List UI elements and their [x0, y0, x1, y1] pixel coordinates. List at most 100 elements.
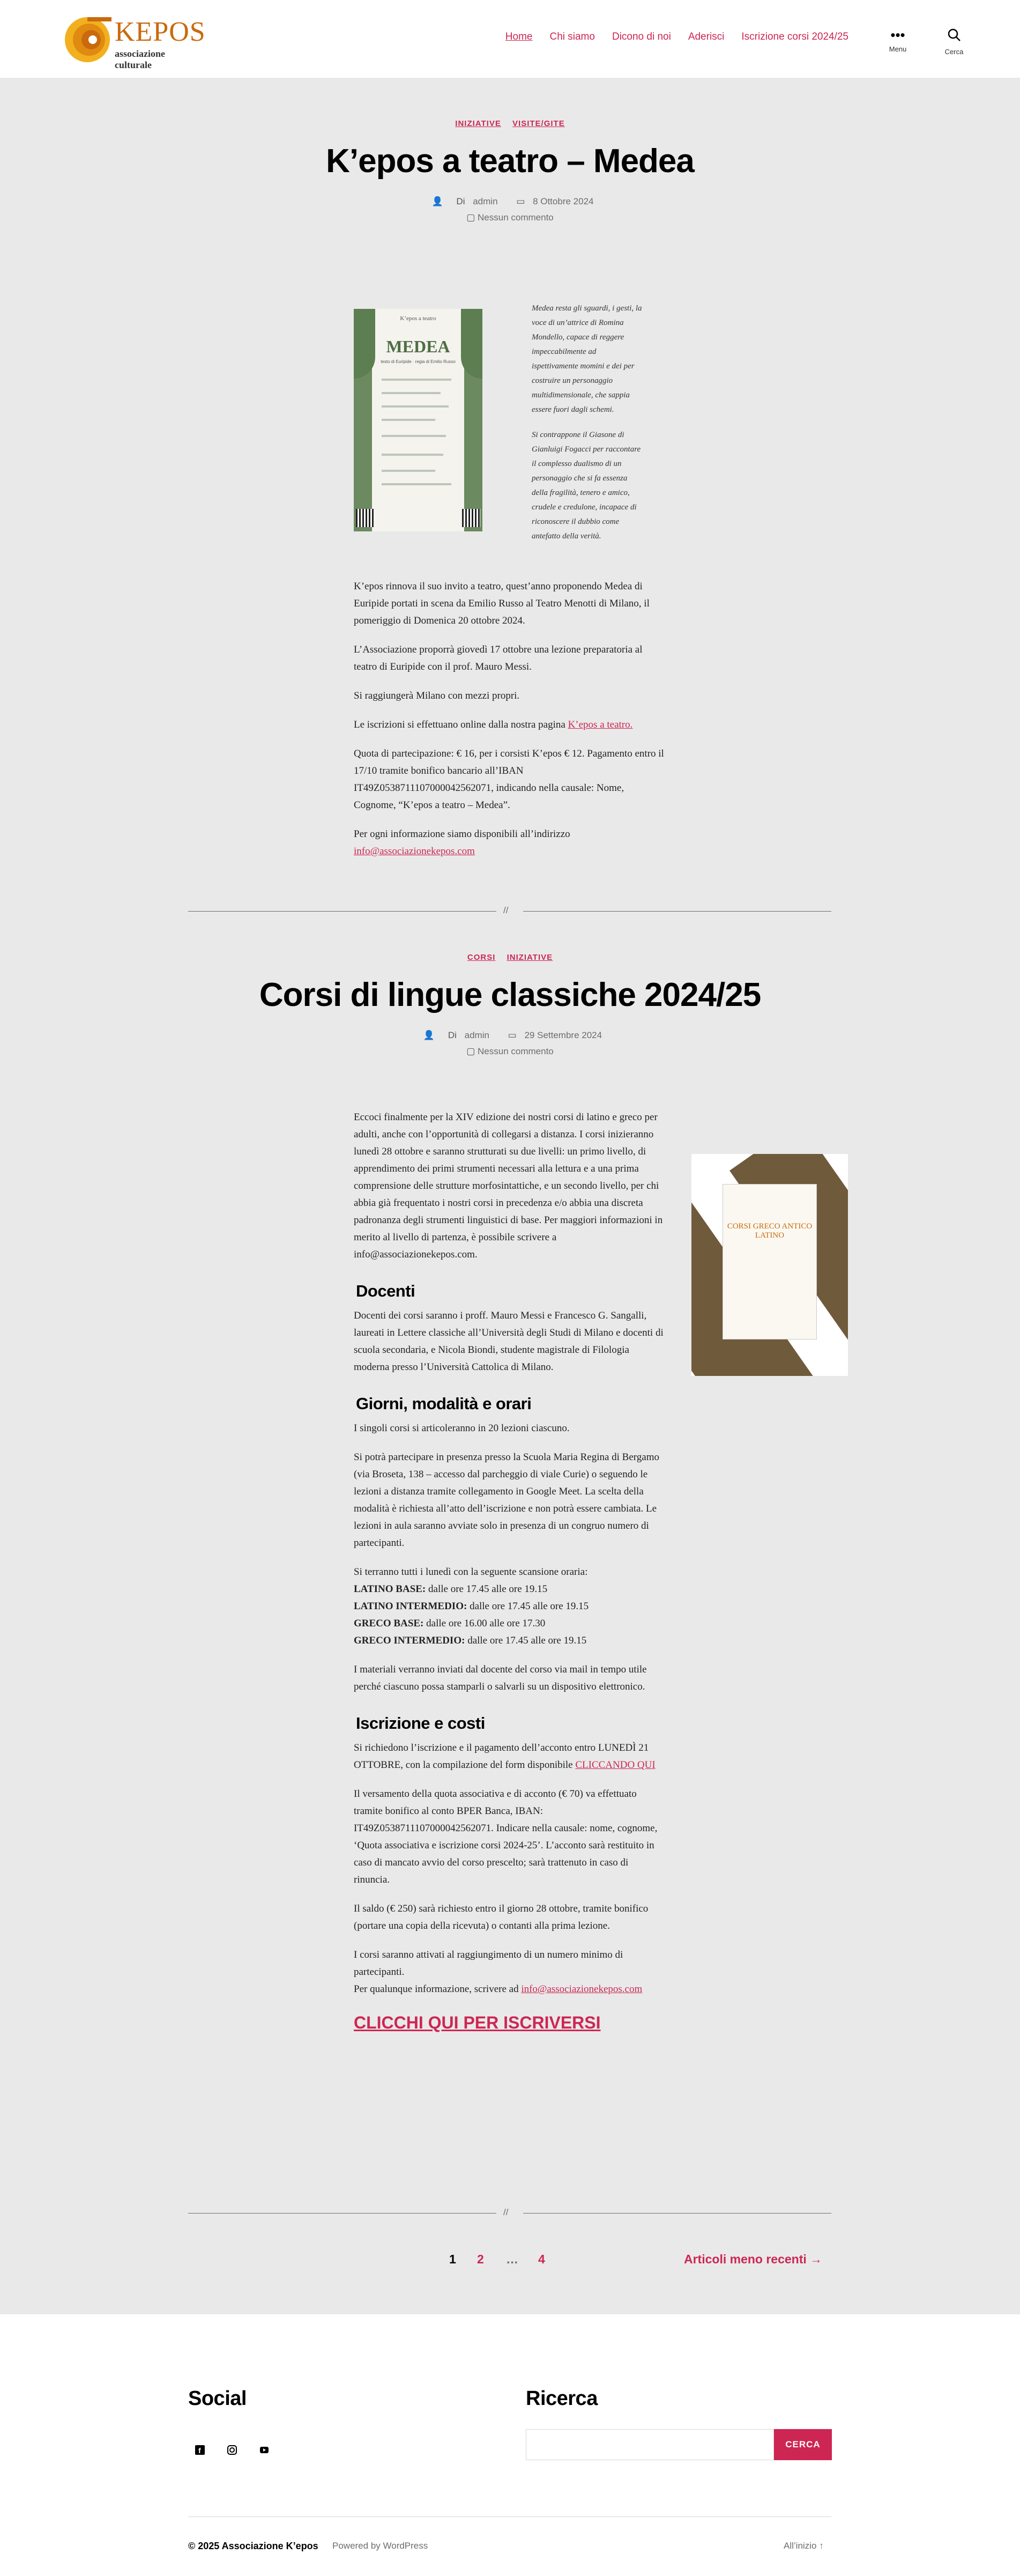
paragraph: Le iscrizioni si effettuano online dalla… — [354, 716, 666, 734]
poster-title: MEDEA — [386, 337, 450, 356]
logo-wordmark: KEPOS — [115, 17, 206, 47]
nav-item-chi-siamo[interactable]: Chi siamo — [549, 31, 594, 43]
heading-iscrizione: Iscrizione e costi — [356, 1714, 485, 1733]
quote-paragraph: Medea resta gli sguardi, i gesti, la voc… — [532, 304, 642, 414]
quote-paragraph: Si contrappone il Giasone di Gianluigi F… — [532, 431, 641, 541]
post-meta: 👤 Di admin ▭ 29 Settembre 2024 — [0, 1030, 1020, 1041]
footer-widgets — [0, 2314, 1020, 2516]
schedule-label: LATINO BASE: — [354, 1583, 426, 1595]
footer-bottom — [0, 2516, 1020, 2576]
paragraph: Si potrà partecipare in presenza presso … — [354, 1452, 659, 1549]
page-current: 1 — [449, 2252, 456, 2266]
category-link[interactable]: INIZIATIVE — [455, 119, 501, 128]
calendar-icon: ▭ — [516, 196, 525, 206]
search-icon — [948, 28, 961, 41]
paragraph: Quota di partecipazione: € 16, per i cor… — [354, 748, 664, 811]
post-title[interactable]: Corsi di lingue classiche 2024/25 — [0, 976, 1020, 1014]
category-link[interactable]: INIZIATIVE — [507, 953, 553, 962]
poster-header: K’epos a teatro — [400, 315, 436, 322]
paragraph: L’Associazione proporrà giovedì 17 ottob… — [354, 644, 643, 672]
category-link[interactable]: VISITE/GITE — [512, 119, 565, 128]
paragraph: Si richiedono l’iscrizione e il pagament… — [354, 1739, 666, 1774]
calendar-icon: ▭ — [508, 1030, 517, 1040]
footer-search-input[interactable] — [526, 2429, 774, 2460]
older-posts-link[interactable]: Articoli meno recenti → — [684, 2252, 822, 2267]
nav-item-dicono-di-noi[interactable]: Dicono di noi — [612, 31, 671, 43]
site-header: KEPOS associazione culturale Home Chi si… — [0, 0, 1020, 78]
paragraph: I singoli corsi si articoleranno in 20 l… — [354, 1423, 570, 1434]
kepos-teatro-link[interactable]: K’epos a teatro. — [568, 719, 633, 730]
site-logo[interactable]: KEPOS associazione culturale — [63, 15, 206, 70]
paragraph-text: Per ogni informazione siamo disponibili … — [354, 828, 570, 840]
comments-link[interactable]: Nessun commento — [478, 212, 554, 223]
schedule-label: GRECO BASE: — [354, 1618, 424, 1629]
author-prefix: Di — [448, 1030, 457, 1040]
comment-icon: ▢ — [466, 212, 475, 223]
search-label: Cerca — [944, 48, 964, 56]
spiral-logo-icon — [65, 17, 111, 62]
social-widget-title: Social — [188, 2387, 247, 2410]
author-prefix: Di — [456, 196, 465, 206]
schedule-time: dalle ore 17.45 alle ore 19.15 — [426, 1583, 548, 1595]
author-link[interactable]: admin — [465, 1030, 489, 1040]
medea-poster-image: K’epos a teatro MEDEA testo di Euripide … — [354, 309, 482, 531]
post-date-link[interactable]: 29 Settembre 2024 — [524, 1030, 602, 1040]
footer-search-button[interactable]: CERCA — [774, 2429, 832, 2460]
powered-by-link[interactable]: Powered by WordPress — [332, 2541, 428, 2551]
user-icon: 👤 — [431, 196, 443, 206]
email-link[interactable]: info@associazionekepos.com — [354, 846, 475, 857]
nav-item-aderisci[interactable]: Aderisci — [688, 31, 725, 43]
nav-item-iscrizione-corsi[interactable]: Iscrizione corsi 2024/25 — [741, 31, 848, 43]
footer-divider — [188, 2516, 831, 2517]
post-medea-content: K’epos rinnova il suo invito a teatro, q… — [354, 578, 666, 872]
page-link-4[interactable]: 4 — [538, 2252, 545, 2267]
back-to-top-link[interactable]: All’inizio ↑ — [784, 2541, 824, 2551]
youtube-icon[interactable] — [259, 2445, 270, 2456]
post-separator: // — [188, 2207, 831, 2219]
category-link[interactable]: CORSI — [467, 953, 496, 962]
comments-link[interactable]: Nessun commento — [478, 1046, 554, 1056]
svg-text:f: f — [198, 2446, 201, 2455]
user-icon: 👤 — [423, 1030, 435, 1040]
date-meta: ▭ 29 Settembre 2024 — [503, 1030, 602, 1040]
paragraph-text: Le iscrizioni si effettuano online dalla… — [354, 719, 565, 730]
author-meta: 👤 Di admin — [418, 1030, 492, 1040]
paragraph: Si raggiungerà Milano con mezzi propri. — [354, 690, 520, 701]
facebook-icon[interactable]: f — [195, 2445, 205, 2456]
author-link[interactable]: admin — [473, 196, 497, 206]
copyright-link[interactable]: © 2025 Associazione K’epos — [188, 2541, 318, 2551]
post-title[interactable]: K’epos a teatro – Medea — [0, 142, 1020, 180]
qr-code-icon — [356, 509, 374, 527]
paragraph: Il versamento della quota associativa e … — [354, 1788, 658, 1885]
medea-quote: Medea resta gli sguardi, i gesti, la voc… — [532, 301, 644, 554]
nav-item-home[interactable]: Home — [505, 31, 533, 43]
schedule-time: dalle ore 17.45 alle ore 19.15 — [465, 1635, 587, 1646]
paragraph-text: Per qualunque informazione, scrivere ad — [354, 1983, 519, 1995]
paragraph: I materiali verranno inviati dal docente… — [354, 1664, 647, 1692]
author-meta: 👤 Di admin — [427, 196, 501, 206]
heading-docenti: Docenti — [356, 1282, 415, 1300]
schedule-paragraph: Si terranno tutti i lunedì con la seguen… — [354, 1564, 666, 1649]
post-corsi-content: Eccoci finalmente per la XIV edizione de… — [354, 1109, 666, 2046]
paragraph: I corsi saranno attivati al raggiungimen… — [354, 1946, 666, 1998]
subscribe-cta-link[interactable]: CLICCHI QUI PER ISCRIVERSI — [354, 2013, 601, 2032]
post-date-link[interactable]: 8 Ottobre 2024 — [533, 196, 593, 206]
qr-code-icon — [462, 509, 480, 527]
comments-meta: ▢ Nessun commento — [0, 212, 1020, 223]
post-categories: INIZIATIVE VISITE/GITE — [0, 119, 1020, 128]
ellipsis-icon: ••• — [890, 27, 905, 43]
paragraph-text: I corsi saranno attivati al raggiungimen… — [354, 1949, 623, 1978]
page-link-2[interactable]: 2 — [477, 2252, 484, 2267]
menu-label: Menu — [889, 45, 907, 53]
search-toggle-button[interactable]: Cerca — [938, 28, 970, 56]
post-corsi: CORSI INIZIATIVE Corsi di lingue classic… — [0, 953, 1020, 1057]
corsi-poster-image: CORSI GRECO ANTICO LATINO — [691, 1154, 848, 1376]
menu-button[interactable]: ••• Menu — [882, 28, 914, 53]
email-link[interactable]: info@associazionekepos.com — [521, 1983, 642, 1995]
page-dots: … — [506, 2252, 518, 2266]
form-link[interactable]: CLICCANDO QUI — [575, 1759, 655, 1771]
schedule-intro: Si terranno tutti i lunedì con la seguen… — [354, 1566, 588, 1578]
poster-sub: testo di Euripide · regia di Emilio Russ… — [381, 359, 456, 364]
schedule-time: dalle ore 16.00 alle ore 17.30 — [423, 1618, 546, 1629]
instagram-icon[interactable] — [227, 2445, 237, 2456]
